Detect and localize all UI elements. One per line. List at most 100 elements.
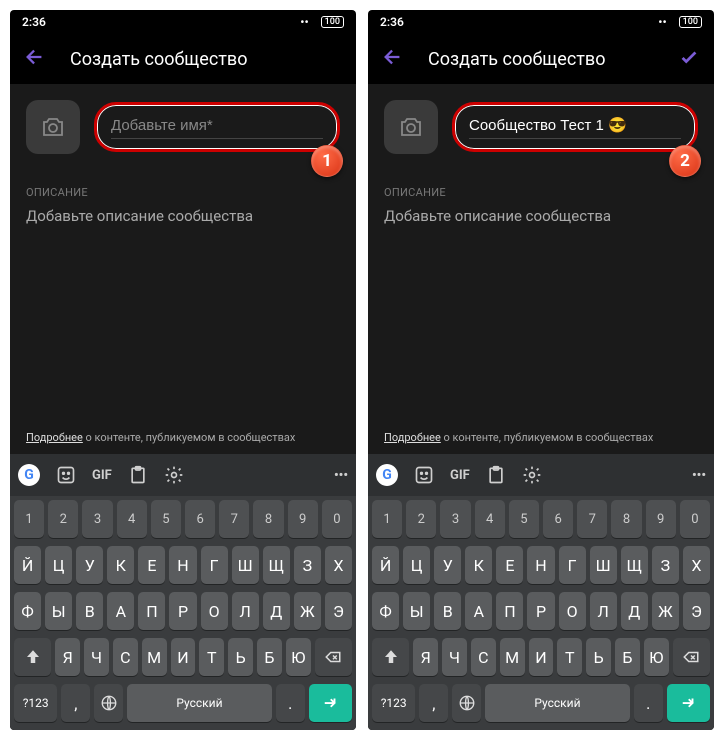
gif-button[interactable]: GIF: [92, 468, 112, 483]
key-Т[interactable]: Т: [557, 638, 582, 676]
key-В[interactable]: В: [76, 592, 103, 630]
key-М[interactable]: М: [142, 638, 167, 676]
key-З[interactable]: З: [652, 546, 679, 584]
key-М[interactable]: М: [500, 638, 525, 676]
enter-key[interactable]: [667, 684, 710, 722]
key-Л[interactable]: Л: [232, 592, 259, 630]
key-Д[interactable]: Д: [621, 592, 648, 630]
settings-button[interactable]: [164, 465, 184, 485]
key-Ф[interactable]: Ф: [372, 592, 399, 630]
more-button[interactable]: •••: [692, 468, 706, 483]
space-key[interactable]: Русский: [485, 684, 630, 722]
key-Щ[interactable]: Щ: [263, 546, 290, 584]
community-description-input[interactable]: Добавьте описание сообщества: [368, 205, 714, 237]
key-Ж[interactable]: Ж: [652, 592, 679, 630]
key-9[interactable]: 9: [288, 500, 318, 538]
clipboard-button[interactable]: [486, 465, 506, 485]
key-Ц[interactable]: Ц: [403, 546, 430, 584]
key-Е[interactable]: Е: [138, 546, 165, 584]
key-5[interactable]: 5: [151, 500, 181, 538]
enter-key[interactable]: [309, 684, 352, 722]
key-Я[interactable]: Я: [55, 638, 80, 676]
confirm-button[interactable]: [678, 46, 700, 72]
key-И[interactable]: И: [529, 638, 554, 676]
footer-learn-more-link[interactable]: Подробнее: [26, 431, 83, 444]
period-key[interactable]: .: [276, 684, 305, 722]
key-О[interactable]: О: [201, 592, 228, 630]
community-description-input[interactable]: Добавьте описание сообщества: [10, 205, 356, 237]
key-4[interactable]: 4: [475, 500, 505, 538]
key-З[interactable]: З: [294, 546, 321, 584]
comma-key[interactable]: ,: [61, 684, 90, 722]
key-3[interactable]: 3: [82, 500, 112, 538]
key-С[interactable]: С: [113, 638, 138, 676]
key-Ч[interactable]: Ч: [442, 638, 467, 676]
key-Т[interactable]: Т: [199, 638, 224, 676]
key-Ь[interactable]: Ь: [586, 638, 611, 676]
back-button[interactable]: [24, 46, 46, 72]
key-Ю[interactable]: Ю: [644, 638, 669, 676]
footer-learn-more-link[interactable]: Подробнее: [384, 431, 441, 444]
key-И[interactable]: И: [171, 638, 196, 676]
language-key[interactable]: [94, 684, 123, 722]
key-4[interactable]: 4: [117, 500, 147, 538]
symbols-key[interactable]: ?123: [14, 684, 57, 722]
back-button[interactable]: [382, 46, 404, 72]
key-6[interactable]: 6: [185, 500, 215, 538]
key-2[interactable]: 2: [406, 500, 436, 538]
key-Г[interactable]: Г: [201, 546, 228, 584]
key-Э[interactable]: Э: [683, 592, 710, 630]
key-Я[interactable]: Я: [413, 638, 438, 676]
key-К[interactable]: К: [465, 546, 492, 584]
key-У[interactable]: У: [76, 546, 103, 584]
key-3[interactable]: 3: [440, 500, 470, 538]
key-Ы[interactable]: Ы: [45, 592, 72, 630]
key-Х[interactable]: Х: [683, 546, 710, 584]
settings-button[interactable]: [522, 465, 542, 485]
key-Ы[interactable]: Ы: [403, 592, 430, 630]
community-name-input[interactable]: [111, 117, 323, 134]
key-Д[interactable]: Д: [263, 592, 290, 630]
add-photo-button[interactable]: [384, 100, 438, 154]
key-С[interactable]: С: [471, 638, 496, 676]
community-name-input[interactable]: [469, 117, 681, 134]
period-key[interactable]: .: [634, 684, 663, 722]
key-Ж[interactable]: Ж: [294, 592, 321, 630]
key-8[interactable]: 8: [253, 500, 283, 538]
key-Е[interactable]: Е: [496, 546, 523, 584]
key-В[interactable]: В: [434, 592, 461, 630]
google-search-button[interactable]: G: [18, 464, 40, 486]
sticker-button[interactable]: [414, 465, 434, 485]
key-7[interactable]: 7: [219, 500, 249, 538]
key-Р[interactable]: Р: [527, 592, 554, 630]
key-5[interactable]: 5: [509, 500, 539, 538]
backspace-key[interactable]: [315, 638, 352, 676]
key-Ю[interactable]: Ю: [286, 638, 311, 676]
key-Б[interactable]: Б: [615, 638, 640, 676]
sticker-button[interactable]: [56, 465, 76, 485]
key-Г[interactable]: Г: [559, 546, 586, 584]
key-Й[interactable]: Й: [372, 546, 399, 584]
gif-button[interactable]: GIF: [450, 468, 470, 483]
key-7[interactable]: 7: [577, 500, 607, 538]
google-search-button[interactable]: G: [376, 464, 398, 486]
shift-key[interactable]: [372, 638, 409, 676]
key-А[interactable]: А: [465, 592, 492, 630]
key-О[interactable]: О: [559, 592, 586, 630]
space-key[interactable]: Русский: [127, 684, 272, 722]
key-Ш[interactable]: Ш: [232, 546, 259, 584]
key-1[interactable]: 1: [372, 500, 402, 538]
key-9[interactable]: 9: [646, 500, 676, 538]
symbols-key[interactable]: ?123: [372, 684, 415, 722]
key-6[interactable]: 6: [543, 500, 573, 538]
key-Ц[interactable]: Ц: [45, 546, 72, 584]
shift-key[interactable]: [14, 638, 51, 676]
key-Й[interactable]: Й: [14, 546, 41, 584]
key-2[interactable]: 2: [48, 500, 78, 538]
key-Б[interactable]: Б: [257, 638, 282, 676]
key-Ь[interactable]: Ь: [228, 638, 253, 676]
more-button[interactable]: •••: [334, 468, 348, 483]
comma-key[interactable]: ,: [419, 684, 448, 722]
key-Р[interactable]: Р: [169, 592, 196, 630]
key-П[interactable]: П: [138, 592, 165, 630]
